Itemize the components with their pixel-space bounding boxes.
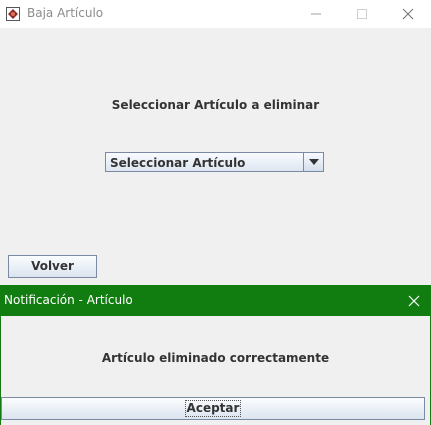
article-select[interactable]: Seleccionar Artículo [105, 152, 324, 172]
notification-dialog: Notificación - Artículo Artículo elimina… [0, 285, 431, 425]
maximize-icon [357, 8, 367, 19]
baja-articulo-window: Baja Artículo Seleccionar Artículo a eli… [0, 0, 431, 425]
dialog-titlebar[interactable]: Notificación - Artículo [0, 285, 431, 316]
window-title: Baja Artículo [27, 6, 104, 20]
dialog-title: Notificación - Artículo [4, 293, 133, 307]
app-icon [6, 6, 20, 21]
ok-button[interactable]: Aceptar [1, 397, 425, 420]
select-article-label: Seleccionar Artículo a eliminar [111, 98, 320, 112]
window-titlebar[interactable]: Baja Artículo [0, 0, 431, 28]
ok-button-label: Aceptar [184, 400, 242, 417]
maximize-button[interactable] [339, 0, 385, 27]
chevron-down-icon [308, 159, 319, 165]
minimize-button[interactable] [293, 0, 339, 27]
dialog-close-button[interactable] [397, 285, 431, 316]
close-button[interactable] [385, 0, 431, 27]
dialog-message: Artículo eliminado correctamente [101, 351, 330, 365]
article-select-value: Seleccionar Artículo [110, 156, 246, 170]
minimize-icon [311, 13, 321, 14]
back-button[interactable]: Volver [8, 255, 97, 278]
close-icon [408, 295, 420, 306]
dropdown-arrow-button[interactable] [303, 153, 323, 171]
close-icon [402, 8, 414, 19]
